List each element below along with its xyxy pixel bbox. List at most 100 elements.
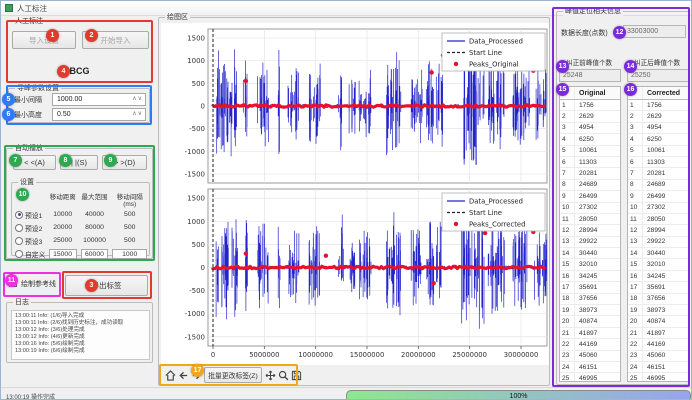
export-labels-button[interactable]: 导出标签: [65, 275, 148, 296]
original-table-row[interactable]: 611303: [560, 157, 620, 168]
preset-row[interactable]: 预设325000100000500: [14, 234, 149, 247]
peak-value: 28994: [575, 225, 620, 235]
log-line: 13:00:11 Info: (1/6)导入完成: [15, 313, 146, 320]
preset-value[interactable]: 1000: [112, 249, 147, 259]
original-table-row[interactable]: 1938973: [560, 305, 620, 316]
original-table-row[interactable]: 34954: [560, 123, 620, 134]
original-table-row[interactable]: 1837656: [560, 294, 620, 305]
original-table-row[interactable]: 2244169: [560, 339, 620, 350]
original-table-row[interactable]: 1228994: [560, 225, 620, 236]
min-interval-spinbox[interactable]: 1000.00 ∧∨: [52, 93, 146, 106]
original-table-row[interactable]: 720281: [560, 168, 620, 179]
original-table-row[interactable]: 11756: [560, 100, 620, 111]
save-icon[interactable]: [290, 368, 303, 382]
corrected-table-row[interactable]: 1837656: [628, 294, 688, 305]
original-table-row[interactable]: 1329922: [560, 237, 620, 248]
corrected-table-row[interactable]: 2141897: [628, 328, 688, 339]
chart-canvas[interactable]: 150010005000-500-1000-1500Data_Processed…: [161, 23, 549, 365]
corrected-table-row[interactable]: 1634245: [628, 271, 688, 282]
preset-row[interactable]: 自定义15000 600001000: [14, 247, 149, 260]
batch-change-labels-button[interactable]: 批量更改标签(Z): [204, 367, 262, 383]
original-table-row[interactable]: 1430440: [560, 248, 620, 259]
preset-radio[interactable]: [15, 250, 23, 258]
original-table-row[interactable]: 1634245: [560, 271, 620, 282]
preset-radio-cell[interactable]: 预设3: [14, 236, 47, 246]
corrected-table-row[interactable]: 1735691: [628, 282, 688, 293]
corrected-table-row[interactable]: 510061: [628, 146, 688, 157]
log-group-title: 日志: [13, 298, 31, 307]
corrected-table-row[interactable]: 11756: [628, 100, 688, 111]
start-import-button[interactable]: 开始导入: [82, 31, 149, 49]
corrected-table-row[interactable]: 1128050: [628, 214, 688, 225]
peak-value: 1756: [643, 100, 688, 110]
corrected-table-row[interactable]: 46250: [628, 134, 688, 145]
peak-value: 40874: [643, 316, 688, 326]
preset-row[interactable]: 预设11000040000500: [14, 208, 149, 221]
preset-value[interactable]: 60000: [81, 249, 109, 259]
peak-value: 4954: [575, 123, 620, 133]
original-table-row[interactable]: 2141897: [560, 328, 620, 339]
corrected-table-row[interactable]: 1430440: [628, 248, 688, 259]
corrected-table-row[interactable]: 611303: [628, 157, 688, 168]
corrected-peaks-table[interactable]: Corrected 117562262934954462505100616113…: [627, 86, 689, 382]
zoom-icon[interactable]: [277, 368, 290, 382]
corrected-table-row[interactable]: 2345060: [628, 351, 688, 362]
back-arrow-icon[interactable]: [177, 368, 190, 382]
draw-refline-checkbox[interactable]: [9, 279, 17, 287]
peak-value: 11303: [575, 157, 620, 167]
peak-value: 35691: [643, 282, 688, 292]
corrected-table-row[interactable]: 1532010: [628, 259, 688, 270]
original-table-row[interactable]: 2345060: [560, 351, 620, 362]
original-table-row[interactable]: 46250: [560, 134, 620, 145]
original-table-row[interactable]: 510061: [560, 146, 620, 157]
log-output[interactable]: 13:00:11 Info: (1/6)导入完成13:00:11 Info: (…: [11, 310, 150, 360]
original-table-row[interactable]: 2040874: [560, 316, 620, 327]
corrected-table-row[interactable]: 824689: [628, 180, 688, 191]
corrected-table-row[interactable]: 1228994: [628, 225, 688, 236]
preset-radio-cell[interactable]: 自定义: [14, 249, 47, 259]
corrected-table-row[interactable]: 1329922: [628, 237, 688, 248]
original-table-row[interactable]: 22629: [560, 111, 620, 122]
corrected-table-row[interactable]: 2244169: [628, 339, 688, 350]
corrected-table-row[interactable]: 1027302: [628, 203, 688, 214]
original-table-row[interactable]: 2546995: [560, 373, 620, 381]
corrected-table-row[interactable]: 1938973: [628, 305, 688, 316]
original-table-row[interactable]: 824689: [560, 180, 620, 191]
corrected-table-row[interactable]: 2546995: [628, 373, 688, 381]
preset-radio[interactable]: [15, 224, 23, 232]
import-settings-button[interactable]: 导入设置: [12, 31, 76, 49]
original-table-row[interactable]: 1532010: [560, 259, 620, 270]
spinner-arrows-icon[interactable]: ∧∨: [132, 95, 143, 102]
peak-value: 20281: [643, 168, 688, 178]
peak-value: 26499: [643, 191, 688, 201]
min-height-spinbox[interactable]: 0.50 ∧∨: [52, 108, 146, 121]
forward-arrow-icon[interactable]: [190, 368, 203, 382]
preset-radio[interactable]: [15, 237, 23, 245]
step-forward-button[interactable]: > >(D): [102, 155, 147, 170]
preset-value[interactable]: 15000: [49, 249, 77, 259]
spinner-arrows-icon[interactable]: ∧∨: [132, 110, 143, 117]
corrected-table-row[interactable]: 34954: [628, 123, 688, 134]
signal-charts[interactable]: 150010005000-500-1000-1500Data_Processed…: [161, 23, 549, 365]
original-table-row[interactable]: 2446151: [560, 362, 620, 373]
corrected-table-row[interactable]: 2446151: [628, 362, 688, 373]
corrected-table-row[interactable]: 22629: [628, 111, 688, 122]
row-index: 4: [628, 134, 643, 144]
pause-button[interactable]: | |(S): [60, 155, 98, 170]
corrected-table-row[interactable]: 926499: [628, 191, 688, 202]
step-back-button[interactable]: < <(A): [13, 155, 56, 170]
original-table-row[interactable]: 926499: [560, 191, 620, 202]
preset-row[interactable]: 预设22000080000500: [14, 221, 149, 234]
original-table-row[interactable]: 1128050: [560, 214, 620, 225]
preset-radio-cell[interactable]: 预设1: [14, 210, 47, 220]
original-table-row[interactable]: 1735691: [560, 282, 620, 293]
corrected-table-row[interactable]: 2040874: [628, 316, 688, 327]
pan-icon[interactable]: [264, 368, 277, 382]
corrected-table-row[interactable]: 720281: [628, 168, 688, 179]
home-icon[interactable]: [164, 368, 177, 382]
original-table-row[interactable]: 1027302: [560, 203, 620, 214]
preset-radio[interactable]: [15, 211, 23, 219]
log-line: 13:00:11 Info: (2/6)找到历史标注，成功读取: [15, 320, 146, 327]
original-peaks-table[interactable]: Original 1175622629349544625051006161130…: [559, 86, 621, 382]
preset-radio-cell[interactable]: 预设2: [14, 223, 47, 233]
